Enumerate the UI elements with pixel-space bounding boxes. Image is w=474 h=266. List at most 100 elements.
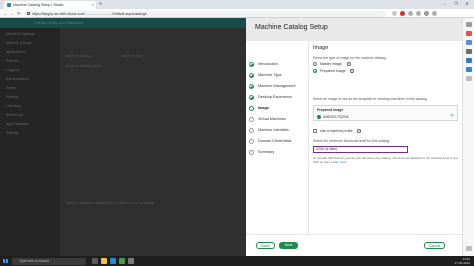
bg-sidebar-item: StoreFront (6, 113, 23, 117)
step-summary[interactable]: Summary (249, 149, 305, 156)
cancel-button[interactable]: Cancel (424, 242, 445, 249)
functional-level-note-line2: VDA on later. Learn more (313, 160, 347, 164)
bg-table-header: Machine Type (122, 54, 144, 58)
refresh-icon[interactable]: ⟳ (17, 10, 21, 17)
tools-icon[interactable] (466, 40, 472, 45)
step-label: Virtual Machines (258, 117, 286, 121)
maximize-window-button[interactable]: ❐ (451, 0, 461, 8)
step-machine-type[interactable]: Machine Type (249, 72, 305, 79)
taskbar-search-box[interactable]: Type here to search (12, 257, 86, 265)
step-pending-icon (249, 149, 254, 155)
clock-date: 27-05-2024 (454, 261, 470, 265)
browser-address-bar: ← → ⟳ https://fangcp.azr.citrix.cloud.co… (0, 9, 474, 18)
split-screen-icon[interactable] (416, 11, 421, 16)
master-image-radio[interactable] (313, 62, 317, 66)
wizard-steps: Introduction Machine Type Machine Manage… (246, 41, 306, 234)
step-current-icon (249, 105, 254, 111)
system-tray-clock[interactable]: 13:00 27-05-2024 (455, 257, 470, 265)
step-domain-credentials[interactable]: Domain Credentials (249, 138, 305, 145)
add-sidebar-app-icon[interactable] (466, 76, 472, 81)
info-icon[interactable]: i (347, 62, 351, 66)
bg-sidebar-item: Machine Catalogs (6, 32, 35, 36)
taskbar-app-icon[interactable] (128, 258, 134, 264)
close-tab-icon[interactable]: × (92, 1, 94, 9)
image-type-instruction: Select the type of image for the machine… (313, 56, 387, 60)
profile-avatar-icon[interactable] (424, 11, 429, 16)
prepared-image-label: Prepared image (320, 69, 346, 73)
step-pending-icon (249, 138, 254, 144)
step-machine-identities[interactable]: Machine Identities (249, 127, 305, 134)
collections-icon[interactable] (408, 11, 413, 16)
minimize-window-button[interactable]: – (440, 0, 450, 8)
image-step-content: Image Select the type of image for the m… (308, 41, 462, 234)
bg-sidebar-item: Hosting (6, 95, 19, 99)
dialog-footer: Back Next Cancel (246, 234, 462, 256)
master-image-label: Master image (320, 62, 342, 66)
step-complete-icon (249, 61, 254, 67)
new-tab-button[interactable]: + (99, 1, 102, 8)
browser-tab-title: Machine Catalog Setup | Studio (13, 3, 64, 7)
more-menu-icon[interactable] (432, 11, 437, 16)
step-label: Domain Credentials (258, 139, 292, 143)
back-arrow-icon[interactable]: ← (3, 10, 8, 17)
games-icon[interactable] (466, 49, 472, 54)
background-catalog-table: Machine Catalog Machine Type Machine Cat… (62, 48, 247, 128)
functional-level-select[interactable]: 2206 (or later) (313, 146, 408, 153)
info-icon[interactable]: i (350, 69, 354, 73)
bg-sidebar-item: App Packages (6, 122, 30, 126)
select-image-instruction: Select an image to use as the template f… (313, 97, 428, 101)
back-button[interactable]: Back (256, 242, 275, 249)
browser-tab[interactable]: Machine Catalog Setup | Studio × (4, 1, 96, 9)
check-circle-icon (317, 114, 321, 119)
close-window-button[interactable]: ✕ (462, 0, 472, 8)
windows-taskbar: Type here to search 13:00 27-05-2024 (0, 256, 474, 266)
file-explorer-icon[interactable] (101, 258, 107, 264)
functional-level-instruction: Select the minimum functional level for … (313, 139, 391, 143)
office-icon[interactable] (466, 58, 472, 63)
edge-browser-icon[interactable] (110, 258, 116, 264)
url-text: https://fangcp.azr.citrix.cloud.com/....… (32, 11, 147, 16)
citrix-favicon-icon (7, 3, 11, 7)
background-app-title: Create Hosts and Machines (34, 20, 84, 25)
learn-more-link[interactable]: Learn more (331, 160, 346, 164)
step-desktop-experience[interactable]: Desktop Experience (249, 94, 305, 101)
bg-sidebar-item: Settings (6, 131, 19, 135)
step-complete-icon (249, 83, 254, 89)
next-button[interactable]: Next (279, 242, 298, 249)
taskbar-app-icon[interactable] (119, 258, 125, 264)
info-icon[interactable]: i (357, 129, 361, 133)
shopping-icon[interactable] (466, 31, 472, 36)
bg-sidebar-item: Delivery Groups (6, 41, 32, 45)
step-introduction[interactable]: Introduction (249, 61, 305, 68)
step-complete-icon (249, 72, 254, 78)
windows-start-icon[interactable] (3, 258, 8, 264)
outlook-icon[interactable] (466, 67, 472, 72)
url-field[interactable]: https://fangcp.azr.citrix.cloud.com/....… (24, 10, 386, 17)
dialog-title: Machine Catalog Setup (255, 24, 328, 31)
extension-icon[interactable] (400, 11, 405, 16)
forward-arrow-icon[interactable]: → (10, 10, 15, 17)
edit-pencil-icon[interactable]: ✎ (450, 113, 454, 119)
search-sidebar-icon[interactable] (466, 22, 472, 27)
step-label: Machine Management (258, 84, 296, 88)
task-view-icon[interactable] (92, 258, 98, 264)
prepared-image-radio[interactable] (313, 69, 317, 73)
machine-catalog-setup-dialog: Machine Catalog Setup Introduction Machi… (246, 18, 462, 256)
dialog-header: Machine Catalog Setup (246, 18, 462, 41)
step-label: Introduction (258, 62, 278, 66)
prepared-image-name: AMDVDI-TS2004 (323, 114, 349, 119)
background-empty-state-text: Select a machine catalog from a table to… (66, 201, 155, 205)
step-virtual-machines[interactable]: Virtual Machines (249, 116, 305, 123)
prepared-image-box-title: Prepared image (317, 108, 344, 112)
bg-sidebar-item: Zones (6, 86, 16, 90)
step-machine-management[interactable]: Machine Management (249, 83, 305, 90)
step-image[interactable]: Image (249, 105, 305, 112)
machine-profile-checkbox[interactable] (313, 129, 317, 133)
bg-sidebar-item: Applications (6, 50, 26, 54)
step-label: Machine Type (258, 73, 282, 77)
step-label: Summary (258, 150, 275, 154)
favorites-star-icon[interactable] (392, 11, 397, 16)
machine-profile-label: Use a machine profile (320, 129, 353, 133)
sidebar-settings-icon[interactable] (466, 246, 472, 251)
bg-sidebar-item: Policies (6, 59, 19, 63)
